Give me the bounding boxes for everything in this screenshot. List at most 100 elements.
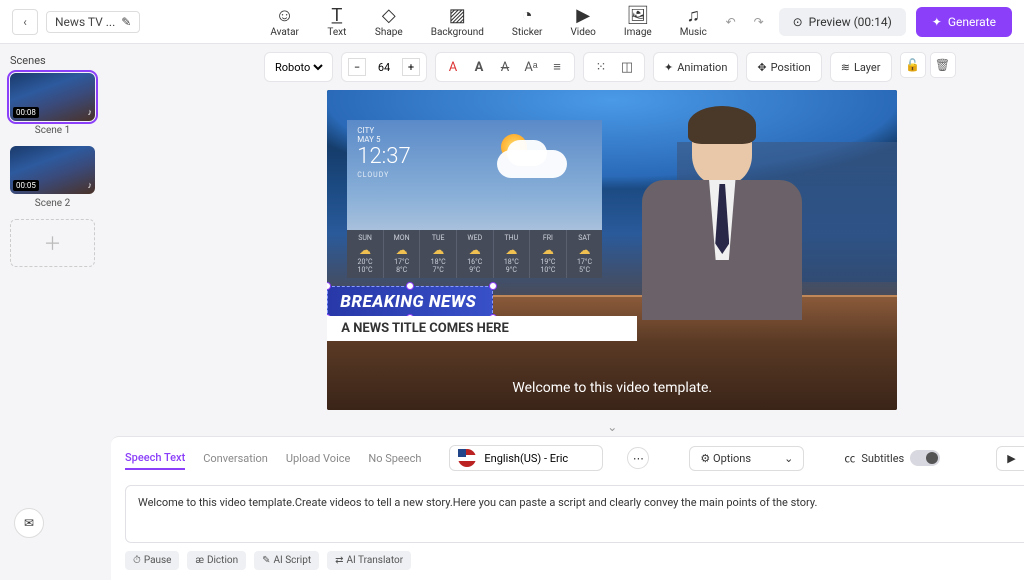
chip-ai-script[interactable]: ✎ AI Script [254,551,319,570]
help-button[interactable]: ✉ [14,508,44,538]
collapse-panel-button[interactable]: ⌄ [105,418,1024,436]
tool-music[interactable]: ♫Music [680,5,707,38]
tool-background[interactable]: ▨Background [431,5,484,38]
scene-thumb-2[interactable]: 00:05 ♪ [10,146,95,194]
delete-button[interactable]: 🗑 [930,52,956,78]
chip-diction[interactable]: æ Diction [187,551,246,570]
forecast-day: FRI☁19°C10°C [530,230,567,278]
subtitles-label: Subtitles [861,452,904,465]
project-title-text: News TV ... [55,15,115,29]
tool-image[interactable]: 🖼Image [624,5,652,38]
opacity-button[interactable]: ⁙ [590,56,612,78]
music-icon: ♪ [88,180,93,191]
pencil-icon[interactable]: ✎ [121,15,131,29]
play-icon[interactable]: ▶ [1007,452,1015,465]
cc-icon: ㏄ [844,450,855,466]
bold-button[interactable]: A [468,56,490,78]
shape-icon: ◇ [379,5,399,25]
tool-video[interactable]: ▶Video [570,5,595,38]
edit-toolbar: Roboto − + A A A Aᵃ ≡ ⁙ ◫ ✦Animation ✥Po… [250,44,1024,90]
weather-date: MAY 5 [357,135,380,144]
animation-button[interactable]: ✦Animation [653,52,738,82]
forecast-day: SUN☁20°C10°C [347,230,384,278]
chevron-down-icon: ⌄ [784,452,793,465]
mask-button[interactable]: ◫ [616,56,638,78]
voice-name[interactable] [484,452,594,465]
strike-button[interactable]: A [494,56,516,78]
image-icon: 🖼 [628,5,648,25]
scene-thumb-1[interactable]: 00:08 ♪ [10,73,95,121]
sparkle-icon: ✦ [932,15,942,29]
chip-ai-translator[interactable]: ⇄ AI Translator [327,551,411,570]
font-size-input[interactable] [370,61,398,74]
subtitles-toggle[interactable] [910,450,940,466]
chip-pause[interactable]: ⏱ Pause [125,551,179,570]
canvas-stage[interactable]: CITYMAY 5 12:37 CLOUDY SUN☁20°C10°CMON☁1… [327,90,897,410]
tool-shape[interactable]: ◇Shape [375,5,403,38]
scene-2-time: 00:05 [13,180,39,191]
forecast-day: MON☁17°C8°C [384,230,421,278]
undo-button[interactable]: ↶ [721,12,741,32]
scenes-sidebar: Scenes 00:08 ♪ Scene 1 00:05 ♪ Scene 2 ＋ [0,44,105,552]
tab-speech-text[interactable]: Speech Text [125,447,185,470]
lock-button[interactable]: 🔓 [900,52,926,78]
align-button[interactable]: ≡ [546,56,568,78]
news-title-text[interactable]: A NEWS TITLE COMES HERE [327,316,637,341]
forecast-day: SAT☁17°C5°C [567,230,603,278]
resize-handle[interactable] [406,282,414,290]
breaking-news-banner[interactable]: BREAKING NEWS [327,286,493,318]
gear-icon: ⚙ [700,452,710,465]
layer-button[interactable]: ≋Layer [830,52,892,82]
play-icon: ⊙ [793,15,803,29]
tool-sticker[interactable]: ◔Sticker [512,5,543,38]
voice-more-button[interactable]: ⋯ [627,447,649,469]
resize-handle[interactable] [489,282,497,290]
project-title[interactable]: News TV ... ✎ [46,11,140,33]
generate-button[interactable]: ✦Generate [916,7,1012,37]
position-button[interactable]: ✥Position [746,52,821,82]
scene-1-time: 00:08 [13,107,39,118]
scene-2-label: Scene 2 [10,198,95,209]
font-family-select[interactable]: Roboto [271,60,326,75]
font-size-decrease[interactable]: − [348,58,366,76]
playback-time: ▶ 00:00 / 00:08 [996,446,1024,471]
preview-button[interactable]: ⊙Preview (00:14) [779,8,906,36]
weather-loc: CITY [357,126,374,135]
tab-no-speech[interactable]: No Speech [368,448,421,469]
video-icon: ▶ [573,5,593,25]
font-color-button[interactable]: A [442,56,464,78]
forecast-day: THU☁18°C9°C [494,230,531,278]
tab-conversation[interactable]: Conversation [203,448,268,469]
resize-handle[interactable] [327,282,331,290]
voice-selector[interactable] [449,445,603,471]
forecast-day: WED☁16°C9°C [457,230,494,278]
avatar-icon: ☺ [275,5,295,25]
news-anchor-avatar[interactable] [637,112,807,317]
cloud-icon [507,140,547,166]
scenes-heading: Scenes [10,54,95,67]
letter-case-button[interactable]: Aᵃ [520,56,542,78]
tool-avatar[interactable]: ☺Avatar [270,5,299,38]
font-size-increase[interactable]: + [402,58,420,76]
sticker-icon: ◔ [517,5,537,25]
forecast-day: TUE☁18°C7°C [420,230,457,278]
main-toolbar: ☺Avatar T̲Text ◇Shape ▨Background ◔Stick… [270,5,707,38]
position-icon: ✥ [757,61,766,74]
back-button[interactable]: ‹ [12,9,38,35]
text-icon: T̲ [327,5,347,25]
subtitle-text: Welcome to this video template. [327,380,897,396]
redo-button[interactable]: ↷ [749,12,769,32]
flag-icon [458,449,476,467]
animation-icon: ✦ [664,61,673,74]
scene-1-label: Scene 1 [10,125,95,136]
speech-textarea[interactable]: Welcome to this video template.Create vi… [125,485,1024,543]
options-select[interactable]: ⚙ Options ⌄ [689,446,804,471]
background-icon: ▨ [447,5,467,25]
weather-panel[interactable]: CITYMAY 5 12:37 CLOUDY SUN☁20°C10°CMON☁1… [347,120,602,278]
speech-panel: Speech Text Conversation Upload Voice No… [111,436,1024,580]
music-icon: ♪ [88,107,93,118]
tab-upload-voice[interactable]: Upload Voice [286,448,350,469]
add-scene-button[interactable]: ＋ [10,219,95,267]
layer-icon: ≋ [841,61,850,74]
tool-text[interactable]: T̲Text [327,5,347,38]
